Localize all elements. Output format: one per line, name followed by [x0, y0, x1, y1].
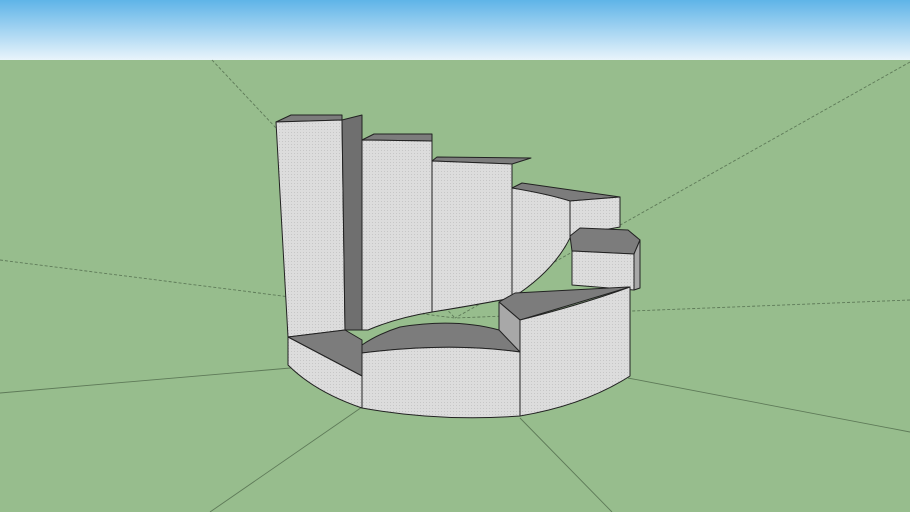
step-front-middle-face	[361, 346, 521, 419]
step-front-middle[interactable]	[361, 322, 521, 419]
axis-line-front-down-left	[209, 404, 366, 512]
axis-line-front-down-right	[519, 417, 613, 512]
pillar-third-face	[431, 160, 513, 313]
stair-model[interactable]	[275, 114, 641, 419]
3d-viewport[interactable]	[0, 0, 910, 512]
pillar-second[interactable]	[361, 133, 433, 331]
step-fifth[interactable]	[569, 227, 641, 291]
pillar-tallest[interactable]	[275, 114, 363, 338]
step-fifth-face	[571, 250, 635, 291]
step-fifth-top	[569, 227, 641, 255]
pillar-second-face	[361, 139, 433, 331]
step-front-left[interactable]	[287, 329, 363, 409]
axis-line-front-right	[627, 377, 910, 433]
pillar-tallest-side	[341, 114, 363, 331]
step-fourth-face	[511, 187, 571, 299]
model-scene[interactable]	[0, 0, 910, 512]
pillar-tallest-front	[275, 119, 346, 338]
